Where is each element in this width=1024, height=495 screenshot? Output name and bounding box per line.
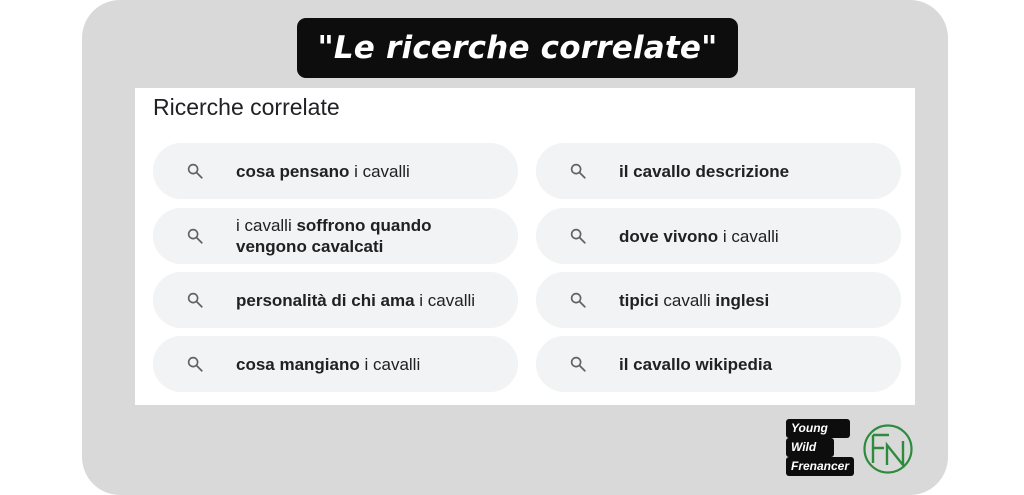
plain-term: i cavalli <box>414 290 476 310</box>
search-icon <box>187 356 203 372</box>
bold-term: dove vivono <box>619 226 719 246</box>
related-search-text: dove vivono i cavalli <box>619 226 887 247</box>
bold-term: il cavallo descrizione <box>619 161 790 181</box>
related-searches-panel: Ricerche correlate cosa pensano i cavall… <box>135 88 915 405</box>
bold-term: tipici <box>619 290 659 310</box>
related-search-text: cosa mangiano i cavalli <box>236 354 504 375</box>
plain-term: cavalli <box>658 290 716 310</box>
search-icon <box>570 292 586 308</box>
brand-line-frenancer: Frenancer <box>786 457 855 476</box>
search-icon <box>570 356 586 372</box>
bold-term: inglesi <box>715 290 770 310</box>
plain-term: i cavalli <box>359 354 421 374</box>
plain-term: i cavalli <box>236 216 297 235</box>
related-search-text: personalità di chi ama i cavalli <box>236 290 504 311</box>
plain-term: i cavalli <box>349 161 410 181</box>
related-search-text: il cavallo wikipedia <box>619 354 887 375</box>
related-search-chip[interactable]: il cavallo wikipedia <box>536 336 901 392</box>
related-search-chip[interactable]: dove vivono i cavalli <box>536 208 901 264</box>
bold-term: il cavallo wikipedia <box>619 354 773 374</box>
search-icon <box>570 163 586 179</box>
bold-term: cosa pensano <box>236 161 350 181</box>
related-searches-heading: Ricerche correlate <box>153 94 340 120</box>
brand-wordmark: Young Wild Frenancer <box>786 419 863 477</box>
brand-logo-icon <box>863 424 913 474</box>
related-search-text: i cavalli soffrono quando vengono cavalc… <box>236 215 504 257</box>
related-search-chip[interactable]: personalità di chi ama i cavalli <box>153 272 518 328</box>
related-search-chip[interactable]: il cavallo descrizione <box>536 143 901 199</box>
related-search-chip[interactable]: cosa pensano i cavalli <box>153 143 518 199</box>
search-icon <box>187 163 203 179</box>
search-icon <box>570 228 586 244</box>
related-search-chip[interactable]: tipici cavalli inglesi <box>536 272 901 328</box>
related-search-chip[interactable]: cosa mangiano i cavalli <box>153 336 518 392</box>
related-search-text: il cavallo descrizione <box>619 161 887 182</box>
search-icon <box>187 228 203 244</box>
bold-term: cosa mangiano <box>236 354 360 374</box>
brand-line-young: Young <box>786 419 850 438</box>
page-title: "Le ricerche correlate" <box>297 18 738 78</box>
brand-line-wild: Wild <box>786 438 834 457</box>
related-search-text: tipici cavalli inglesi <box>619 290 887 311</box>
related-search-text: cosa pensano i cavalli <box>236 161 504 182</box>
plain-term: i cavalli <box>718 226 779 246</box>
related-search-chip[interactable]: i cavalli soffrono quando vengono cavalc… <box>153 208 518 264</box>
search-icon <box>187 292 203 308</box>
bold-term: personalità di chi ama <box>236 290 415 310</box>
